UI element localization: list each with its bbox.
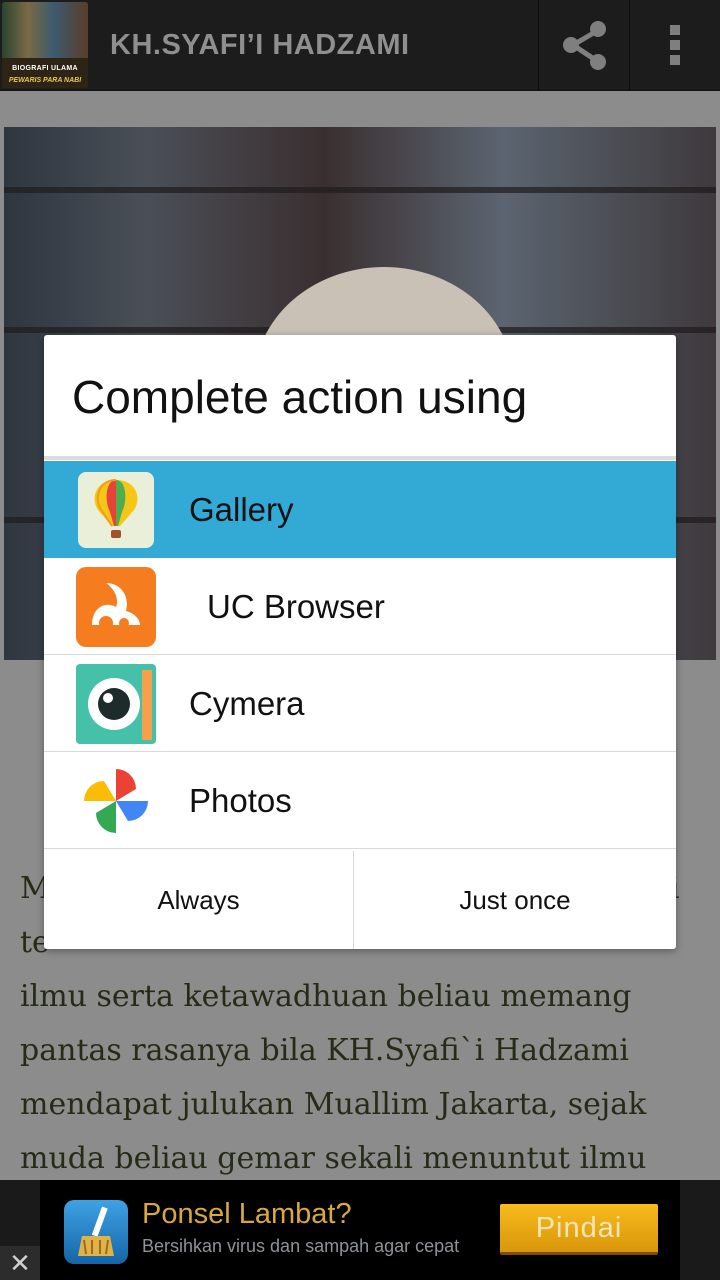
action-bar: BIOGRAFI ULAMA PEWARIS PARA NABI KH.SYAF… [0,0,720,91]
article-line: muda beliau gemar sekali menuntut ilmu [20,1141,647,1176]
dialog-title: Complete action using [72,371,528,423]
logo-line2: PEWARIS PARA NABI [8,77,82,84]
broom-cleaner-icon [64,1200,128,1264]
app-chooser-dialog: Complete action using Gallery UC Browser [44,335,676,949]
overflow-menu-icon [670,25,680,65]
share-icon [563,21,606,70]
share-button[interactable] [538,0,629,90]
page-title: KH.SYAFI’I HADZAMI [110,29,410,61]
option-cymera[interactable]: Cymera [44,655,676,752]
option-photos[interactable]: Photos [44,752,676,849]
just-once-button[interactable]: Just once [354,851,676,949]
uc-browser-squirrel-icon [76,567,156,647]
cymera-camera-icon [76,664,156,744]
ad-headline: Ponsel Lambat? [142,1198,352,1230]
article-line: mendapat julukan Muallim Jakarta, sejak [20,1087,647,1122]
title-divider [44,456,676,460]
option-gallery[interactable]: Gallery [44,461,676,558]
app-logo[interactable]: BIOGRAFI ULAMA PEWARIS PARA NABI [2,2,88,88]
article-line: ilmu serta ketawadhuan beliau memang [20,979,632,1014]
article-line: pantas rasanya bila KH.Syafi`i Hadzami [20,1033,629,1068]
ad-right-strip [680,1180,720,1280]
google-photos-pinwheel-icon [76,761,156,841]
ad-scan-button[interactable]: Pindai [500,1204,658,1255]
ad-close-button[interactable]: ✕ [0,1246,40,1280]
option-label: Cymera [189,685,305,722]
option-label: Gallery [189,491,294,528]
logo-line1: BIOGRAFI ULAMA [12,65,78,72]
logo-image [2,2,88,58]
option-label: Photos [189,782,292,819]
gallery-balloon-icon [76,470,156,550]
overflow-menu-button[interactable] [629,0,720,90]
dialog-button-row: Always Just once [44,851,676,949]
always-button[interactable]: Always [44,851,354,949]
option-label: UC Browser [207,588,385,625]
option-uc-browser[interactable]: UC Browser [44,558,676,655]
ad-subtext: Bersihkan virus dan sampah agar cepat [142,1236,460,1256]
ad-banner[interactable]: ✕ Ponsel Lambat? Bersihkan virus dan sam… [0,1180,720,1280]
